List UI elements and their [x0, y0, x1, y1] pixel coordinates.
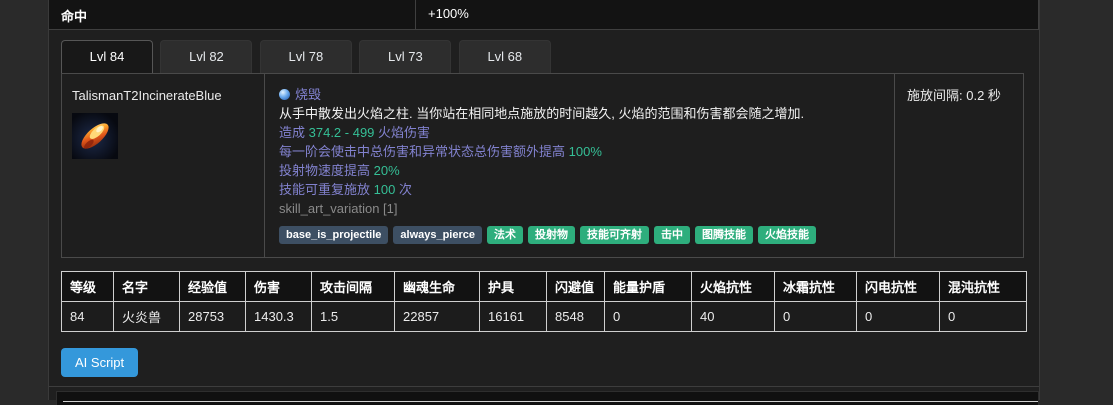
col-evasion: 闪避值	[547, 272, 605, 302]
tab-lvl-73[interactable]: Lvl 73	[359, 40, 451, 73]
skill-base-name: TalismanT2IncinerateBlue	[72, 88, 254, 103]
cell-energy-shield: 0	[605, 302, 692, 332]
content-column: 命中 +100% Lvl 84 Lvl 82 Lvl 78 Lvl 73 Lvl…	[48, 0, 1040, 400]
section-divider	[49, 386, 1039, 387]
col-fire-resist: 火焰抗性	[692, 272, 775, 302]
cell-level: 84	[62, 302, 114, 332]
stat-row-value: +100%	[416, 0, 1039, 29]
col-chaos-resist: 混沌抗性	[940, 272, 1027, 302]
cast-interval: 施放间隔: 0.2 秒	[907, 88, 1001, 103]
tag-badge: 法术	[487, 226, 523, 244]
tag-badge: always_pierce	[393, 226, 482, 244]
skill-mod-line: 造成 374.2 - 499 火焰伤害	[279, 123, 880, 142]
cell-cold-resist: 0	[775, 302, 857, 332]
skill-detail-cell: 烧毁 从手中散发出火焰之柱. 当你站在相同地点施放的时间越久, 火焰的范围和伤害…	[264, 74, 895, 257]
next-section-partial	[56, 391, 1039, 405]
tag-badge: 技能可齐射	[580, 226, 649, 244]
cell-damage: 1430.3	[246, 302, 312, 332]
col-energy-shield: 能量护盾	[605, 272, 692, 302]
col-experience: 经验值	[180, 272, 246, 302]
tag-badge: 击中	[654, 226, 690, 244]
cell-name: 火炎兽	[114, 302, 180, 332]
col-damage: 伤害	[246, 272, 312, 302]
skill-title: 烧毁	[279, 85, 880, 104]
skill-base-cell: TalismanT2IncinerateBlue	[62, 74, 264, 257]
skill-name: 烧毁	[295, 85, 321, 104]
tab-lvl-84[interactable]: Lvl 84	[61, 40, 153, 73]
cell-armour: 16161	[480, 302, 547, 332]
cell-evasion: 8548	[547, 302, 605, 332]
col-spirit-life: 幽魂生命	[395, 272, 480, 302]
skill-tags: base_is_projectile always_pierce 法术 投射物 …	[279, 226, 880, 244]
stat-row-label: 命中	[49, 0, 416, 29]
cell-experience: 28753	[180, 302, 246, 332]
col-lightning-resist: 闪电抗性	[857, 272, 940, 302]
skill-mod-line: 技能可重复施放 100 次	[279, 180, 880, 199]
cell-fire-resist: 40	[692, 302, 775, 332]
fireball-icon	[72, 113, 118, 159]
col-attack-interval: 攻击间隔	[312, 272, 395, 302]
level-tabs: Lvl 84 Lvl 82 Lvl 78 Lvl 73 Lvl 68	[61, 40, 1039, 73]
cell-spirit-life: 22857	[395, 302, 480, 332]
skill-description: 从手中散发出火焰之柱. 当你站在相同地点施放的时间越久, 火焰的范围和伤害都会随…	[279, 104, 880, 123]
tag-badge: 火焰技能	[758, 226, 816, 244]
monster-stats-table: 等级 名字 经验值 伤害 攻击间隔 幽魂生命 护具 闪避值 能量护盾 火焰抗性 …	[61, 271, 1027, 332]
tag-badge: 图腾技能	[695, 226, 753, 244]
stat-row-partial: 命中 +100%	[49, 0, 1039, 30]
stats-value-row: 84 火炎兽 28753 1430.3 1.5 22857 16161 8548…	[62, 302, 1027, 332]
tag-badge: base_is_projectile	[279, 226, 388, 244]
cast-interval-cell: 施放间隔: 0.2 秒	[895, 74, 1023, 257]
skill-meta-line: skill_art_variation [1]	[279, 199, 880, 218]
cell-lightning-resist: 0	[857, 302, 940, 332]
stats-header-row: 等级 名字 经验值 伤害 攻击间隔 幽魂生命 护具 闪避值 能量护盾 火焰抗性 …	[62, 272, 1027, 302]
skill-gem-icon	[279, 89, 290, 100]
col-name: 名字	[114, 272, 180, 302]
col-cold-resist: 冰霜抗性	[775, 272, 857, 302]
skill-mod-line: 投射物速度提高 20%	[279, 161, 880, 180]
skill-panel: TalismanT2IncinerateBlue	[61, 73, 1024, 258]
skill-mod-line: 每一阶会使击中总伤害和异常状态总伤害额外提高 100%	[279, 142, 880, 161]
tag-badge: 投射物	[528, 226, 575, 244]
col-level: 等级	[62, 272, 114, 302]
tab-lvl-82[interactable]: Lvl 82	[160, 40, 252, 73]
col-armour: 护具	[480, 272, 547, 302]
tab-lvl-68[interactable]: Lvl 68	[459, 40, 551, 73]
cell-attack-interval: 1.5	[312, 302, 395, 332]
cell-chaos-resist: 0	[940, 302, 1027, 332]
next-table-top-border	[63, 401, 1038, 402]
ai-script-button[interactable]: AI Script	[61, 348, 138, 377]
tab-lvl-78[interactable]: Lvl 78	[260, 40, 352, 73]
